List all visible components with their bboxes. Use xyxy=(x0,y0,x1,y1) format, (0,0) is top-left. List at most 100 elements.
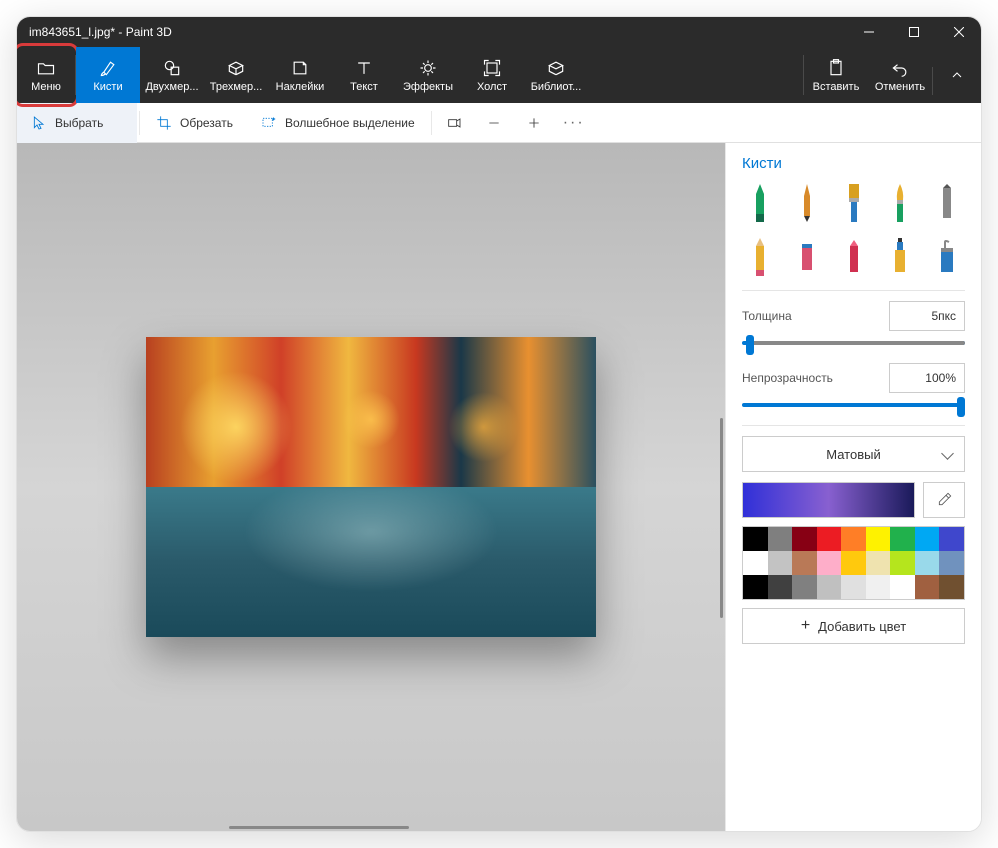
view-3d-button[interactable] xyxy=(434,103,474,143)
brush-watercolor[interactable] xyxy=(882,182,918,222)
canvas-viewport[interactable] xyxy=(17,143,725,831)
color-swatch[interactable] xyxy=(792,551,817,575)
color-swatch[interactable] xyxy=(866,551,891,575)
tab-3d-label: Трехмер... xyxy=(210,81,263,93)
opacity-label: Непрозрачность xyxy=(742,371,833,385)
color-swatch[interactable] xyxy=(743,527,768,551)
material-dropdown[interactable]: Матовый xyxy=(742,436,965,472)
crop-label: Обрезать xyxy=(180,116,233,130)
close-button[interactable] xyxy=(936,17,981,47)
color-swatch[interactable] xyxy=(841,575,866,599)
brush-icon xyxy=(98,58,118,78)
undo-button[interactable]: Отменить xyxy=(868,47,932,103)
zoom-out-button[interactable] xyxy=(474,103,514,143)
color-swatch[interactable] xyxy=(939,551,964,575)
eyedropper-button[interactable] xyxy=(923,482,965,518)
brush-marker[interactable] xyxy=(742,182,778,222)
menu-button[interactable]: Меню xyxy=(17,47,75,103)
color-swatch[interactable] xyxy=(890,527,915,551)
tab-brushes[interactable]: Кисти xyxy=(76,47,140,103)
tab-library-label: Библиот... xyxy=(531,81,582,93)
thickness-label: Толщина xyxy=(742,309,792,323)
color-swatches xyxy=(742,526,965,600)
brush-pencil[interactable] xyxy=(742,236,778,276)
crop-tool[interactable]: Обрезать xyxy=(142,103,247,143)
current-color-preview[interactable] xyxy=(742,482,915,518)
color-swatch[interactable] xyxy=(890,575,915,599)
minimize-button[interactable] xyxy=(846,17,891,47)
brush-eraser[interactable] xyxy=(789,236,825,276)
paste-icon xyxy=(826,58,846,78)
material-value: Матовый xyxy=(826,447,880,462)
canvas-image[interactable] xyxy=(146,337,596,637)
color-swatch[interactable] xyxy=(841,527,866,551)
panel-title: Кисти xyxy=(742,155,965,172)
tab-library[interactable]: Библиот... xyxy=(524,47,588,103)
color-swatch[interactable] xyxy=(743,551,768,575)
select-label: Выбрать xyxy=(55,116,103,130)
tab-2d-shapes[interactable]: Двухмер... xyxy=(140,47,204,103)
color-swatch[interactable] xyxy=(817,551,842,575)
thickness-input[interactable] xyxy=(889,301,965,331)
tab-effects[interactable]: Эффекты xyxy=(396,47,460,103)
color-swatch[interactable] xyxy=(792,575,817,599)
color-swatch[interactable] xyxy=(939,527,964,551)
tab-canvas[interactable]: Холст xyxy=(460,47,524,103)
tab-text[interactable]: Текст xyxy=(332,47,396,103)
color-swatch[interactable] xyxy=(915,575,940,599)
canvas-icon xyxy=(482,58,502,78)
brush-spray[interactable] xyxy=(882,236,918,276)
window-title: im843651_l.jpg* - Paint 3D xyxy=(29,25,172,39)
color-swatch[interactable] xyxy=(768,551,793,575)
opacity-slider[interactable] xyxy=(742,403,965,407)
paste-label: Вставить xyxy=(813,81,860,93)
tab-stickers[interactable]: Наклейки xyxy=(268,47,332,103)
color-swatch[interactable] xyxy=(866,575,891,599)
paste-button[interactable]: Вставить xyxy=(804,47,868,103)
color-swatch[interactable] xyxy=(817,575,842,599)
undo-icon xyxy=(890,58,910,78)
brush-calligraphy[interactable] xyxy=(789,182,825,222)
tab-canvas-label: Холст xyxy=(477,81,507,93)
more-button[interactable]: ··· xyxy=(554,103,594,143)
color-swatch[interactable] xyxy=(743,575,768,599)
tab-3d-shapes[interactable]: Трехмер... xyxy=(204,47,268,103)
plus-icon: + xyxy=(801,617,810,635)
text-icon xyxy=(354,58,374,78)
folder-icon xyxy=(36,58,56,78)
sticker-icon xyxy=(290,58,310,78)
color-swatch[interactable] xyxy=(768,575,793,599)
tab-stickers-label: Наклейки xyxy=(276,81,325,93)
add-color-label: Добавить цвет xyxy=(818,619,906,634)
magic-select-tool[interactable]: Волшебное выделение xyxy=(247,103,429,143)
tab-text-label: Текст xyxy=(350,81,378,93)
color-swatch[interactable] xyxy=(915,551,940,575)
color-swatch[interactable] xyxy=(866,527,891,551)
color-swatch[interactable] xyxy=(939,575,964,599)
color-swatch[interactable] xyxy=(890,551,915,575)
color-swatch[interactable] xyxy=(915,527,940,551)
brush-oil[interactable] xyxy=(836,182,872,222)
tab-2d-label: Двухмер... xyxy=(145,81,198,93)
opacity-input[interactable] xyxy=(889,363,965,393)
color-swatch[interactable] xyxy=(792,527,817,551)
magic-select-label: Волшебное выделение xyxy=(285,116,415,130)
select-tool[interactable]: Выбрать xyxy=(17,103,137,143)
brush-pixel[interactable] xyxy=(929,182,965,222)
effects-icon xyxy=(418,58,438,78)
tab-effects-label: Эффекты xyxy=(403,81,453,93)
horizontal-scrollbar[interactable] xyxy=(229,826,409,829)
brush-fill[interactable] xyxy=(929,236,965,276)
menu-label: Меню xyxy=(31,81,61,93)
add-color-button[interactable]: + Добавить цвет xyxy=(742,608,965,644)
color-swatch[interactable] xyxy=(841,551,866,575)
brushes-panel: Кисти Толщина xyxy=(725,143,981,831)
brush-crayon[interactable] xyxy=(836,236,872,276)
thickness-slider[interactable] xyxy=(742,341,965,345)
vertical-scrollbar[interactable] xyxy=(720,418,723,618)
color-swatch[interactable] xyxy=(768,527,793,551)
maximize-button[interactable] xyxy=(891,17,936,47)
color-swatch[interactable] xyxy=(817,527,842,551)
zoom-in-button[interactable] xyxy=(514,103,554,143)
collapse-ribbon-button[interactable] xyxy=(933,47,981,103)
